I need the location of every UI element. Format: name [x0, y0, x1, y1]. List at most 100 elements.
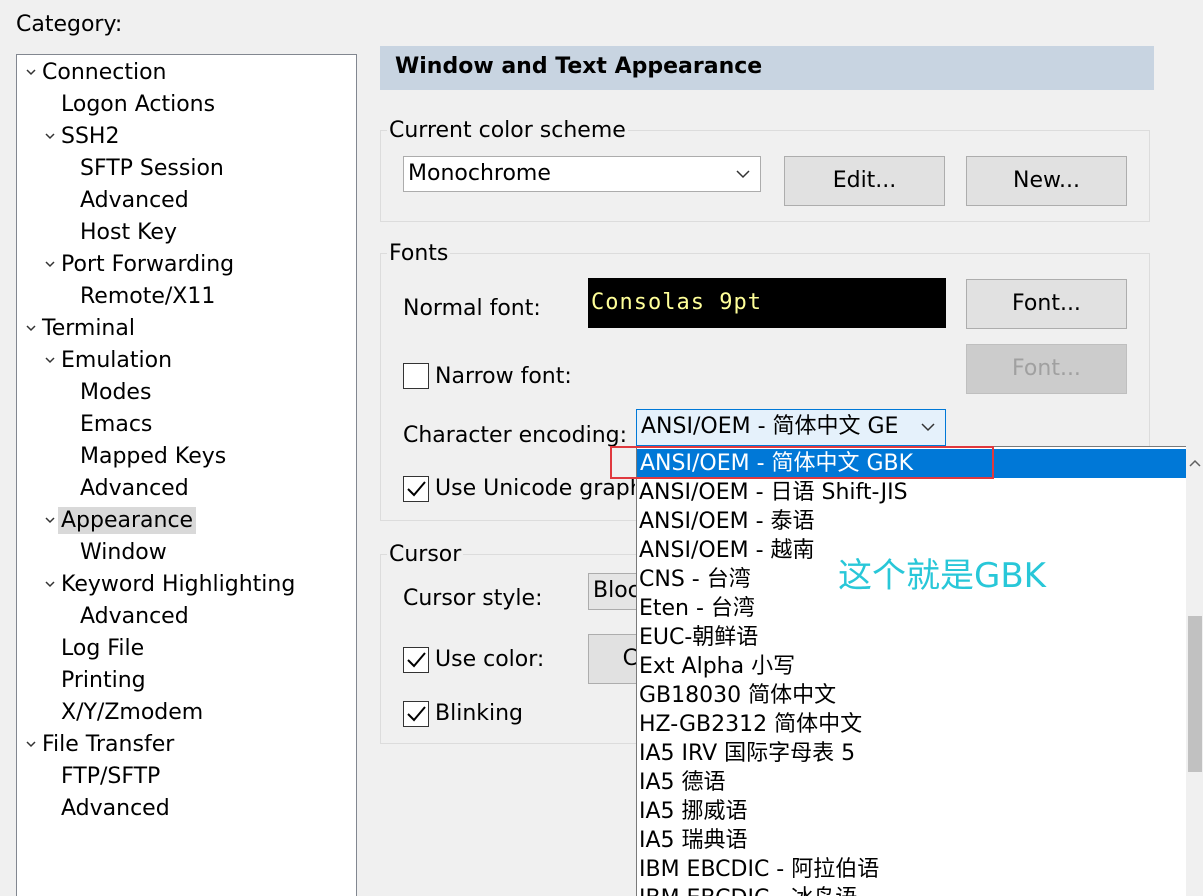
cursor-style-value: Bloc — [593, 578, 638, 603]
tree-item[interactable]: Port Forwarding — [45, 250, 235, 280]
encoding-select[interactable]: ANSI/OEM - 简体中文 GE — [636, 409, 946, 446]
tree-item-label: Host Key — [80, 220, 177, 245]
tree-item[interactable]: Advanced — [80, 602, 189, 632]
tree-item-label: Terminal — [42, 316, 135, 341]
chevron-down-icon — [921, 410, 935, 445]
tree-item[interactable]: Modes — [80, 378, 151, 408]
tree-item[interactable]: Mapped Keys — [80, 442, 226, 472]
encoding-label: Character encoding: — [403, 423, 628, 448]
encoding-option[interactable]: CNS - 台湾 — [639, 565, 751, 594]
fonts-group-title: Fonts — [387, 241, 451, 266]
encoding-option[interactable]: Ext Alpha 小写 — [639, 652, 795, 681]
color-scheme-select[interactable]: Monochrome — [403, 156, 761, 192]
tree-item[interactable]: Printing — [61, 666, 146, 696]
category-label: Category: — [16, 12, 123, 37]
color-scheme-group-title: Current color scheme — [387, 118, 628, 143]
chevron-down-icon[interactable] — [43, 346, 57, 376]
normal-font-button[interactable]: Font... — [966, 279, 1127, 329]
blinking-label: Blinking — [435, 701, 524, 726]
edit-scheme-button[interactable]: Edit... — [784, 156, 945, 206]
chevron-down-icon[interactable] — [24, 730, 38, 760]
tree-item[interactable]: Advanced — [61, 794, 170, 824]
chevron-down-icon[interactable] — [43, 570, 57, 600]
new-scheme-button[interactable]: New... — [966, 156, 1127, 206]
blinking-checkbox[interactable] — [403, 701, 429, 727]
use-color-checkbox[interactable] — [403, 647, 429, 673]
scrollbar-thumb[interactable] — [1188, 616, 1202, 772]
normal-font-label: Normal font: — [403, 296, 541, 321]
chevron-down-icon[interactable] — [24, 314, 38, 344]
encoding-option[interactable]: IBM EBCDIC - 阿拉伯语 — [639, 855, 879, 884]
encoding-option[interactable]: ANSI/OEM - 日语 Shift-JIS — [639, 478, 908, 507]
tree-item[interactable]: Logon Actions — [61, 90, 215, 120]
cursor-group-title: Cursor — [387, 542, 464, 567]
encoding-option[interactable]: Eten - 台湾 — [639, 594, 755, 623]
unicode-graphics-checkbox[interactable] — [403, 476, 429, 502]
cursor-color-button[interactable]: C — [588, 634, 638, 684]
tree-item[interactable]: File Transfer — [26, 730, 175, 760]
narrow-font-checkbox[interactable] — [403, 363, 429, 389]
tree-item-label: Remote/X11 — [80, 284, 216, 309]
tree-item[interactable]: SSH2 — [45, 122, 119, 152]
tree-item[interactable]: FTP/SFTP — [61, 762, 160, 792]
chevron-down-icon[interactable] — [43, 506, 57, 536]
encoding-option[interactable]: ANSI/OEM - 越南 — [639, 536, 815, 565]
normal-font-preview: Consolas 9pt — [588, 278, 946, 328]
unicode-graphics-label: Use Unicode graph — [435, 476, 635, 501]
encoding-option[interactable]: EUC-朝鲜语 — [639, 623, 758, 652]
tree-item[interactable]: Emulation — [45, 346, 173, 376]
tree-item-label: X/Y/Zmodem — [61, 700, 204, 725]
chevron-down-icon — [736, 157, 750, 191]
encoding-option[interactable]: IA5 IRV 国际字母表 5 — [639, 739, 855, 768]
cursor-style-label: Cursor style: — [403, 586, 543, 611]
tree-item[interactable]: Advanced — [80, 186, 189, 216]
chevron-down-icon[interactable] — [43, 250, 57, 280]
use-color-label: Use color: — [435, 647, 545, 672]
encoding-option[interactable]: IA5 瑞典语 — [639, 826, 748, 855]
panel-title: Window and Text Appearance — [395, 54, 763, 79]
encoding-option[interactable]: HZ-GB2312 简体中文 — [639, 710, 862, 739]
tree-item-label: Log File — [61, 636, 145, 661]
tree-item[interactable]: Host Key — [80, 218, 177, 248]
encoding-option[interactable]: GB18030 简体中文 — [639, 681, 836, 710]
encoding-option[interactable]: ANSI/OEM - 泰语 — [639, 507, 815, 536]
encoding-value: ANSI/OEM - 简体中文 GE — [641, 414, 899, 439]
encoding-option[interactable]: IBM EBCDIC - 冰岛语 — [639, 884, 857, 896]
narrow-font-button[interactable]: Font... — [966, 344, 1127, 394]
chevron-down-icon[interactable] — [24, 58, 38, 88]
tree-item-label: FTP/SFTP — [61, 764, 161, 789]
tree-item[interactable]: Window — [80, 538, 167, 568]
scroll-up-icon[interactable] — [1188, 452, 1202, 472]
tree-item[interactable]: Keyword Highlighting — [45, 570, 295, 600]
tree-item[interactable]: SFTP Session — [80, 154, 224, 184]
tree-item[interactable]: Terminal — [26, 314, 135, 344]
tree-item[interactable]: Advanced — [80, 474, 189, 504]
cursor-style-select[interactable]: Bloc — [588, 573, 638, 610]
tree-item[interactable]: Log File — [61, 634, 144, 664]
encoding-option[interactable]: IA5 德语 — [639, 768, 726, 797]
encoding-option[interactable]: IA5 挪威语 — [639, 797, 748, 826]
tree-item-label: Advanced — [61, 796, 170, 821]
checkmark-icon — [407, 481, 426, 497]
highlight-box — [610, 446, 994, 479]
category-tree[interactable]: Connection Logon Actions SSH2 SFTP Session A… — [16, 54, 357, 896]
encoding-dropdown-list[interactable]: ANSI/OEM - 简体中文 GBK ANSI/OEM - 日语 Shift-J… — [636, 446, 1203, 896]
tree-item-label: Advanced — [80, 476, 189, 501]
tree-item-label: File Transfer — [42, 732, 175, 757]
tree-item[interactable]: X/Y/Zmodem — [61, 698, 203, 728]
tree-item-label: Advanced — [80, 604, 189, 629]
tree-item-label: Connection — [42, 60, 167, 85]
narrow-font-label: Narrow font: — [435, 364, 572, 389]
tree-item[interactable]: Emacs — [80, 410, 152, 440]
tree-item-label: Modes — [80, 380, 152, 405]
tree-item-label: Port Forwarding — [61, 252, 235, 277]
tree-item-label: Logon Actions — [61, 92, 216, 117]
tree-item[interactable]: Remote/X11 — [80, 282, 215, 312]
tree-item-label: Appearance — [58, 507, 197, 534]
chevron-down-icon[interactable] — [43, 122, 57, 152]
tree-item[interactable]: Connection — [26, 58, 167, 88]
checkmark-icon — [407, 652, 426, 668]
tree-item-label: Emulation — [61, 348, 173, 373]
tree-item[interactable]: Appearance — [45, 506, 197, 536]
annotation-text: 这个就是GBK — [838, 556, 1046, 596]
